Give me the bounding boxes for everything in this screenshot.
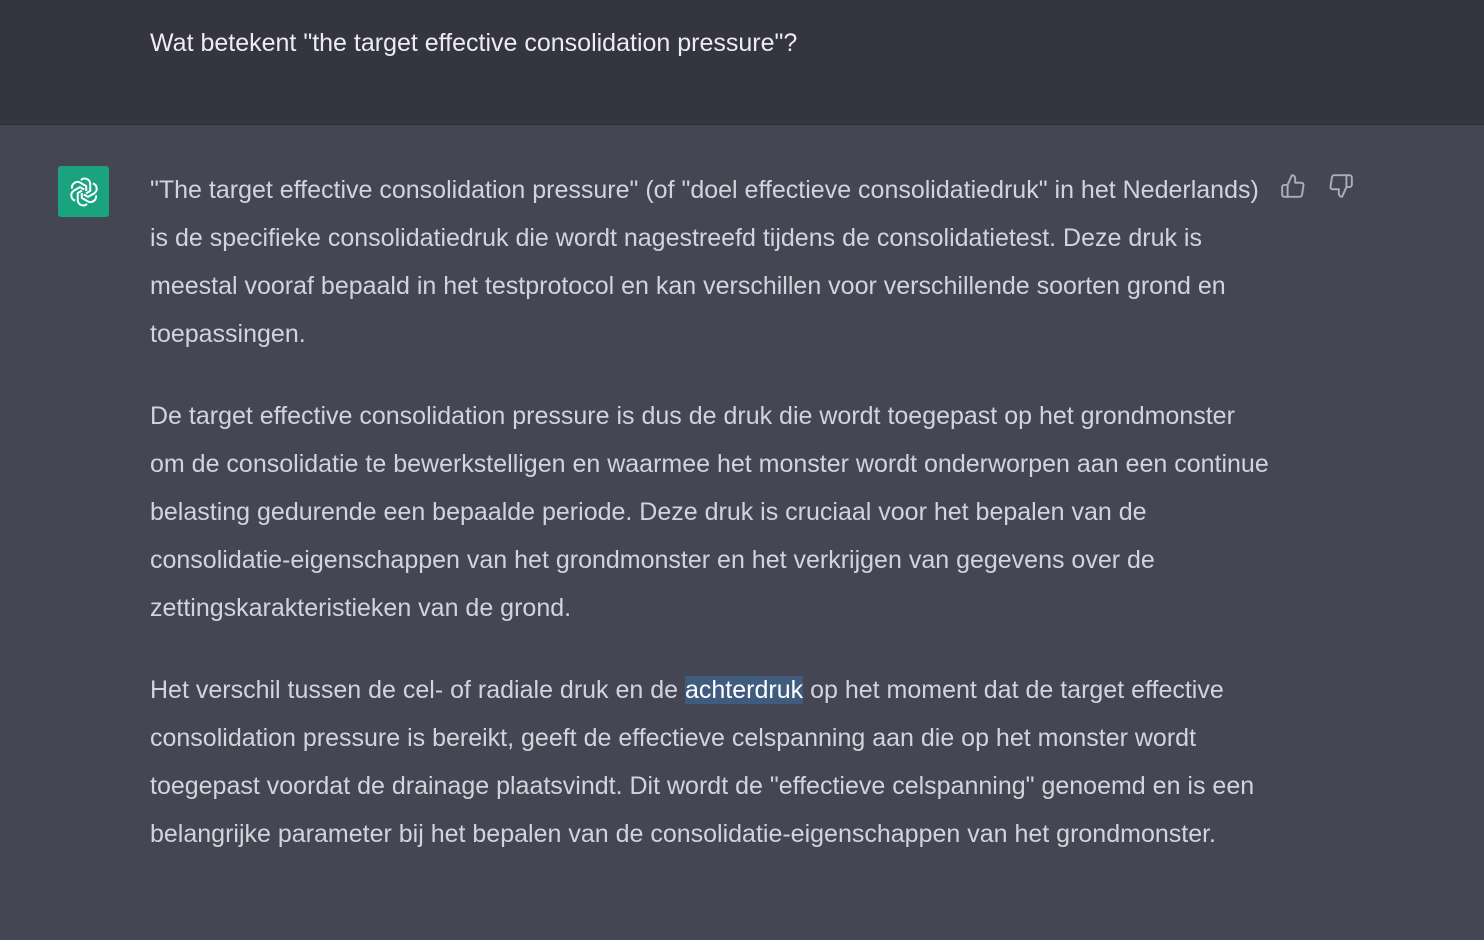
assistant-message-row: "The target effective consolidation pres…: [0, 125, 1484, 940]
user-message-row: Wat betekent "the target effective conso…: [0, 0, 1484, 125]
thumbs-up-button[interactable]: [1278, 171, 1308, 201]
answer-paragraph-3-before: Het verschil tussen de cel- of radiale d…: [150, 676, 685, 704]
openai-logo-icon: [58, 166, 109, 217]
thumbs-down-button[interactable]: [1326, 171, 1356, 201]
selected-text[interactable]: achterdruk: [685, 676, 804, 704]
assistant-message-text: "The target effective consolidation pres…: [150, 166, 1270, 892]
answer-paragraph-3: Het verschil tussen de cel- of radiale d…: [150, 666, 1270, 858]
answer-paragraph-1: "The target effective consolidation pres…: [150, 176, 1259, 348]
answer-paragraph-2: De target effective consolidation pressu…: [150, 402, 1269, 622]
user-message-text: Wat betekent "the target effective conso…: [150, 29, 798, 57]
thumbs-down-icon: [1329, 174, 1353, 198]
thumbs-up-icon: [1281, 174, 1305, 198]
